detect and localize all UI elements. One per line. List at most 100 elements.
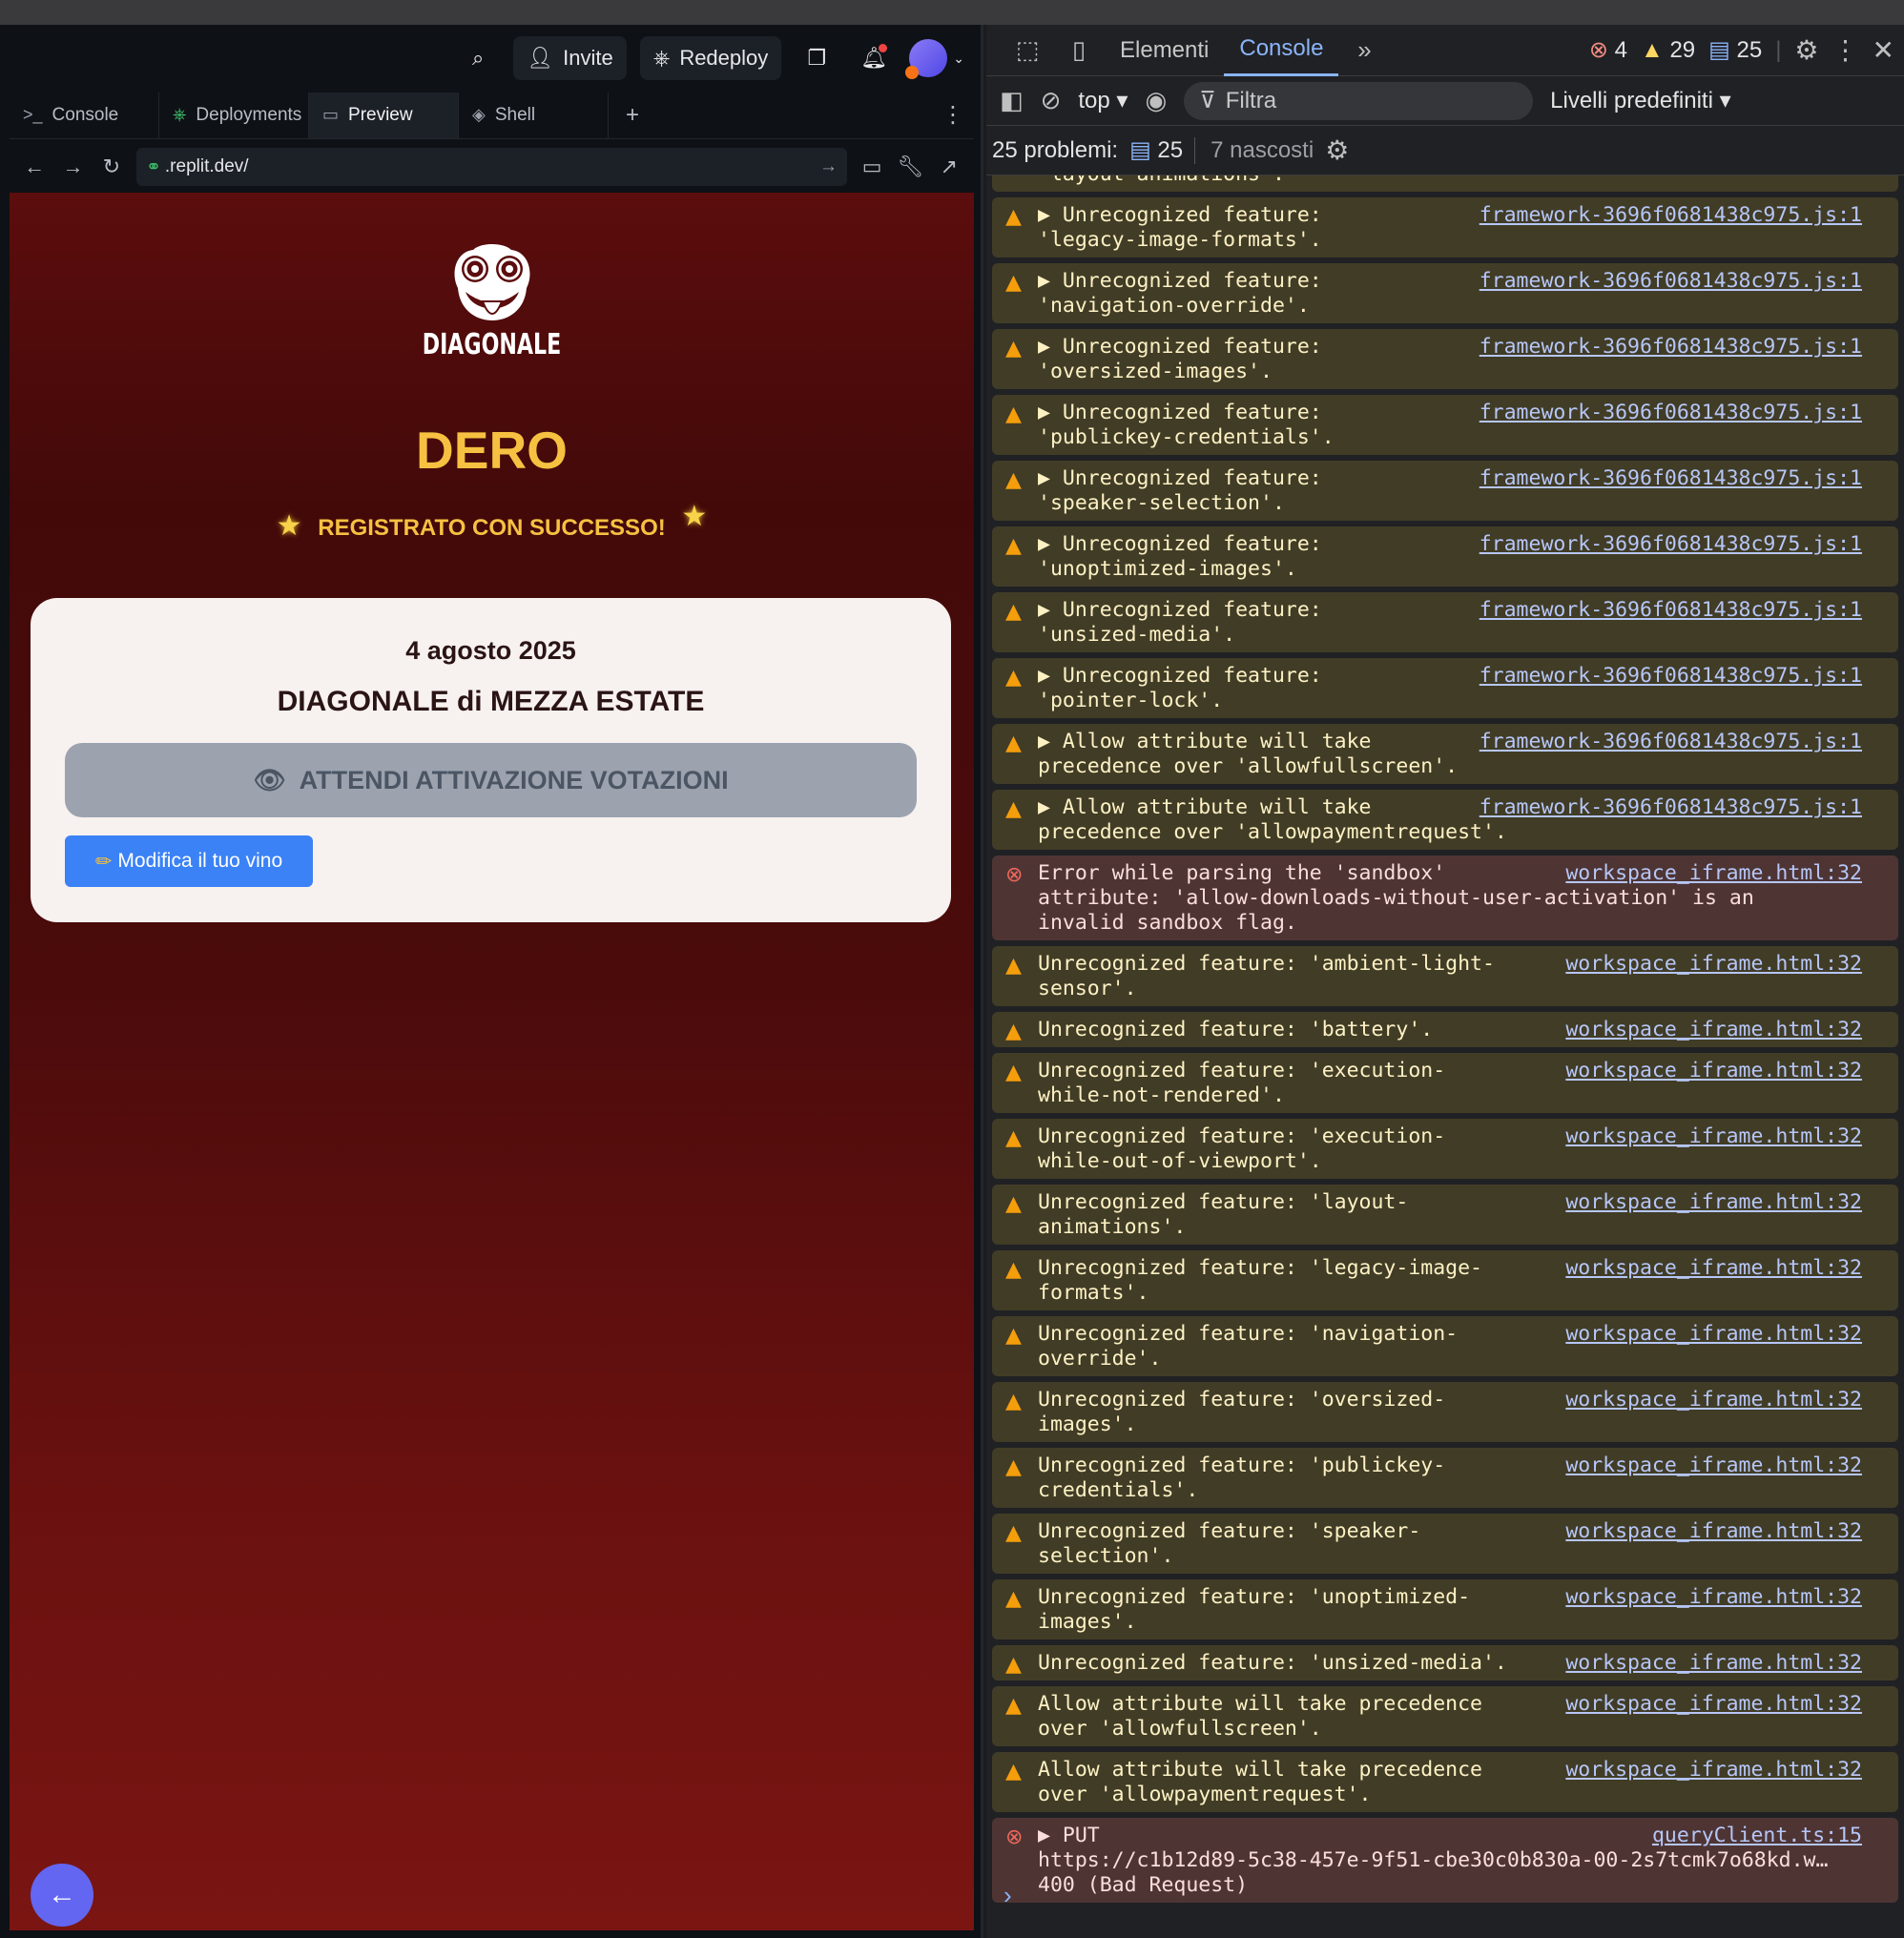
tab-shell[interactable]: ◈ Shell (459, 92, 609, 138)
tab-console[interactable]: Console (1224, 25, 1339, 76)
message-source-link[interactable]: framework-3696f0681438c975.js:1 (1473, 401, 1862, 425)
message-source-link[interactable]: workspace_iframe.html:32 (1560, 1124, 1862, 1149)
console-warning-message[interactable]: ▲ Allow attribute will take precedence ov… (992, 1752, 1898, 1812)
console-warning-message[interactable]: ▲ Unrecognized feature: 'oversized- image… (992, 1382, 1898, 1442)
console-warning-message[interactable]: ▲ Allow attribute will take precedence ov… (992, 1686, 1898, 1746)
message-source-link[interactable]: workspace_iframe.html:32 (1560, 1190, 1862, 1215)
message-source-link[interactable]: framework-3696f0681438c975.js:1 (1473, 335, 1862, 360)
back-arrow-icon[interactable]: ← (21, 155, 48, 179)
tab-deployments[interactable]: ⎈ Deployments (159, 92, 309, 138)
message-source-link[interactable]: workspace_iframe.html:32 (1560, 861, 1862, 886)
message-text: ▶ Unrecognized feature: 'navigation-over… (1038, 269, 1322, 318)
console-warning-message[interactable]: 'layout-animations'. (992, 175, 1898, 192)
message-source-link[interactable]: workspace_iframe.html:32 (1560, 1059, 1862, 1083)
tab-label: Deployments (196, 104, 302, 125)
message-text: ▶ Unrecognized feature: 'speaker-selecti… (1038, 466, 1322, 515)
url-input[interactable]: ⚭ .replit.dev/ → (135, 148, 847, 186)
tab-preview[interactable]: ▭ Preview (309, 92, 459, 138)
tab-elements[interactable]: Elementi (1105, 25, 1224, 76)
console-warning-message[interactable]: ▲ Unrecognized feature: 'navigation- over… (992, 1316, 1898, 1376)
message-source-link[interactable]: workspace_iframe.html:32 (1560, 1651, 1862, 1676)
window-icon[interactable]: ❐ (795, 36, 838, 80)
message-source-link[interactable]: framework-3696f0681438c975.js:1 (1473, 664, 1862, 689)
tab-console[interactable]: >_ Console (10, 92, 159, 138)
account-menu[interactable]: ⌄ (905, 36, 964, 80)
message-source-link[interactable]: framework-3696f0681438c975.js:1 (1473, 466, 1862, 491)
eye-icon[interactable]: ◉ (1145, 86, 1167, 115)
wait-voting-button[interactable]: 👁︎ ATTENDI ATTIVAZIONE VOTAZIONI (65, 743, 917, 817)
go-arrow-icon[interactable]: → (819, 156, 838, 177)
sidebar-toggle-icon[interactable]: ◧ (1000, 86, 1024, 115)
message-source-link[interactable]: workspace_iframe.html:32 (1560, 1322, 1862, 1347)
console-warning-message[interactable]: ▲ ▶ Unrecognized feature: 'pointer-lock'.… (992, 658, 1898, 718)
console-warning-message[interactable]: ▲ ▶ Unrecognized feature: 'navigation-ove… (992, 263, 1898, 323)
console-warning-message[interactable]: ▲ Unrecognized feature: 'ambient-light- s… (992, 946, 1898, 1006)
console-warning-message[interactable]: ▲ Unrecognized feature: 'execution- while… (992, 1053, 1898, 1113)
console-error-message[interactable]: ⊗ Error while parsing the 'sandbox' attri… (992, 856, 1898, 940)
console-warning-message[interactable]: ▲ Unrecognized feature: 'unsized-media'. w… (992, 1645, 1898, 1680)
wrench-icon[interactable]: 🔧︎ (897, 155, 924, 179)
close-icon[interactable]: ✕ (1873, 34, 1894, 66)
console-warning-message[interactable]: ▲ ▶ Unrecognized feature: 'oversized-imag… (992, 329, 1898, 389)
console-prompt-icon[interactable]: › (1004, 1881, 1012, 1910)
redeploy-button[interactable]: ⎈ Redeploy (639, 36, 782, 80)
console-warning-message[interactable]: ▲ Unrecognized feature: 'legacy-image- fo… (992, 1250, 1898, 1310)
message-source-link[interactable]: workspace_iframe.html:32 (1560, 1256, 1862, 1281)
clear-console-icon[interactable]: ⊘ (1041, 86, 1062, 115)
message-source-link[interactable]: workspace_iframe.html:32 (1560, 952, 1862, 977)
console-warning-message[interactable]: ▲ ▶ Allow attribute will take precedence … (992, 724, 1898, 784)
message-source-link[interactable]: framework-3696f0681438c975.js:1 (1473, 203, 1862, 228)
issue-counts[interactable]: ⊗ 4 ▲ 29 ▤ 25 | ⚙ ⋮ ✕ (1589, 34, 1904, 66)
console-warning-message[interactable]: ▲ ▶ Allow attribute will take precedence … (992, 790, 1898, 850)
inspect-element-icon[interactable]: ⬚ (1002, 35, 1053, 65)
console-error-message[interactable]: ⊗ ▶ PUT https://c1b12d89-5c38-457e-9f51-c… (992, 1818, 1898, 1903)
app-preview: DIAGONALE DERO ★ REGISTRATO CON SUCCESSO… (10, 193, 974, 1930)
message-source-link[interactable]: workspace_iframe.html:32 (1560, 1692, 1862, 1717)
search-icon[interactable]: ⌕ (456, 36, 500, 80)
reload-icon[interactable]: ↻ (98, 155, 125, 179)
message-source-link[interactable]: workspace_iframe.html:32 (1560, 1388, 1862, 1412)
message-source-link[interactable]: queryClient.ts:15 (1645, 1824, 1862, 1848)
message-source-link[interactable]: framework-3696f0681438c975.js:1 (1473, 730, 1862, 754)
edit-wine-button[interactable]: ✏︎ Modifica il tuo vino (65, 835, 313, 887)
console-warning-message[interactable]: ▲ ▶ Unrecognized feature: 'unsized-media'… (992, 592, 1898, 652)
message-source-link[interactable]: workspace_iframe.html:32 (1560, 1585, 1862, 1610)
message-source-link[interactable]: workspace_iframe.html:32 (1560, 1018, 1862, 1042)
device-toolbar-icon[interactable]: ▯ (1053, 35, 1105, 65)
console-warning-message[interactable]: ▲ Unrecognized feature: 'battery'. workspa… (992, 1012, 1898, 1047)
console-warning-message[interactable]: ▲ ▶ Unrecognized feature: 'legacy-image-f… (992, 197, 1898, 258)
issues-count[interactable]: ▤ 25 (1129, 136, 1183, 164)
gear-icon[interactable]: ⚙ (1325, 134, 1349, 166)
console-warning-message[interactable]: ▲ Unrecognized feature: 'publickey- crede… (992, 1448, 1898, 1508)
devices-icon[interactable]: ▭ (859, 155, 885, 179)
console-warning-message[interactable]: ▲ Unrecognized feature: 'execution- while… (992, 1119, 1898, 1179)
message-text: ▶ Unrecognized feature: 'unoptimized-ima… (1038, 532, 1322, 581)
message-source-link[interactable]: framework-3696f0681438c975.js:1 (1473, 269, 1862, 294)
message-source-link[interactable]: framework-3696f0681438c975.js:1 (1473, 532, 1862, 557)
console-warning-message[interactable]: ▲ ▶ Unrecognized feature: 'publickey-cred… (992, 395, 1898, 455)
message-source-link[interactable]: workspace_iframe.html:32 (1560, 1519, 1862, 1544)
message-source-link[interactable]: framework-3696f0681438c975.js:1 (1473, 795, 1862, 820)
terminal-icon: >_ (23, 105, 43, 124)
open-external-icon[interactable]: ↗ (936, 155, 962, 179)
invite-button[interactable]: 👤︎ Invite (513, 36, 627, 80)
message-source-link[interactable]: framework-3696f0681438c975.js:1 (1473, 598, 1862, 623)
forward-arrow-icon[interactable]: → (59, 155, 86, 179)
console-warning-message[interactable]: ▲ ▶ Unrecognized feature: 'speaker-select… (992, 461, 1898, 521)
bell-icon[interactable]: 🔔︎ (852, 36, 896, 80)
gear-icon[interactable]: ⚙ (1794, 34, 1818, 66)
message-source-link[interactable]: workspace_iframe.html:32 (1560, 1758, 1862, 1783)
console-warning-message[interactable]: ▲ ▶ Unrecognized feature: 'unoptimized-im… (992, 526, 1898, 587)
filter-input[interactable]: ⊽ Filtra (1184, 81, 1534, 120)
context-select[interactable]: top ▾ (1078, 87, 1128, 114)
add-tab-button[interactable]: + (609, 93, 656, 138)
back-button[interactable]: ← (31, 1864, 93, 1927)
more-options-icon[interactable]: ⋮ (942, 101, 974, 129)
console-warning-message[interactable]: ▲ Unrecognized feature: 'layout- animatio… (992, 1185, 1898, 1245)
message-source-link[interactable]: workspace_iframe.html:32 (1560, 1454, 1862, 1478)
log-levels-select[interactable]: Livelli predefiniti ▾ (1550, 87, 1730, 114)
console-warning-message[interactable]: ▲ Unrecognized feature: 'unoptimized- ima… (992, 1579, 1898, 1639)
console-warning-message[interactable]: ▲ Unrecognized feature: 'speaker- selecti… (992, 1514, 1898, 1574)
more-tabs-icon[interactable]: » (1338, 35, 1390, 65)
kebab-menu-icon[interactable]: ⋮ (1832, 34, 1859, 66)
